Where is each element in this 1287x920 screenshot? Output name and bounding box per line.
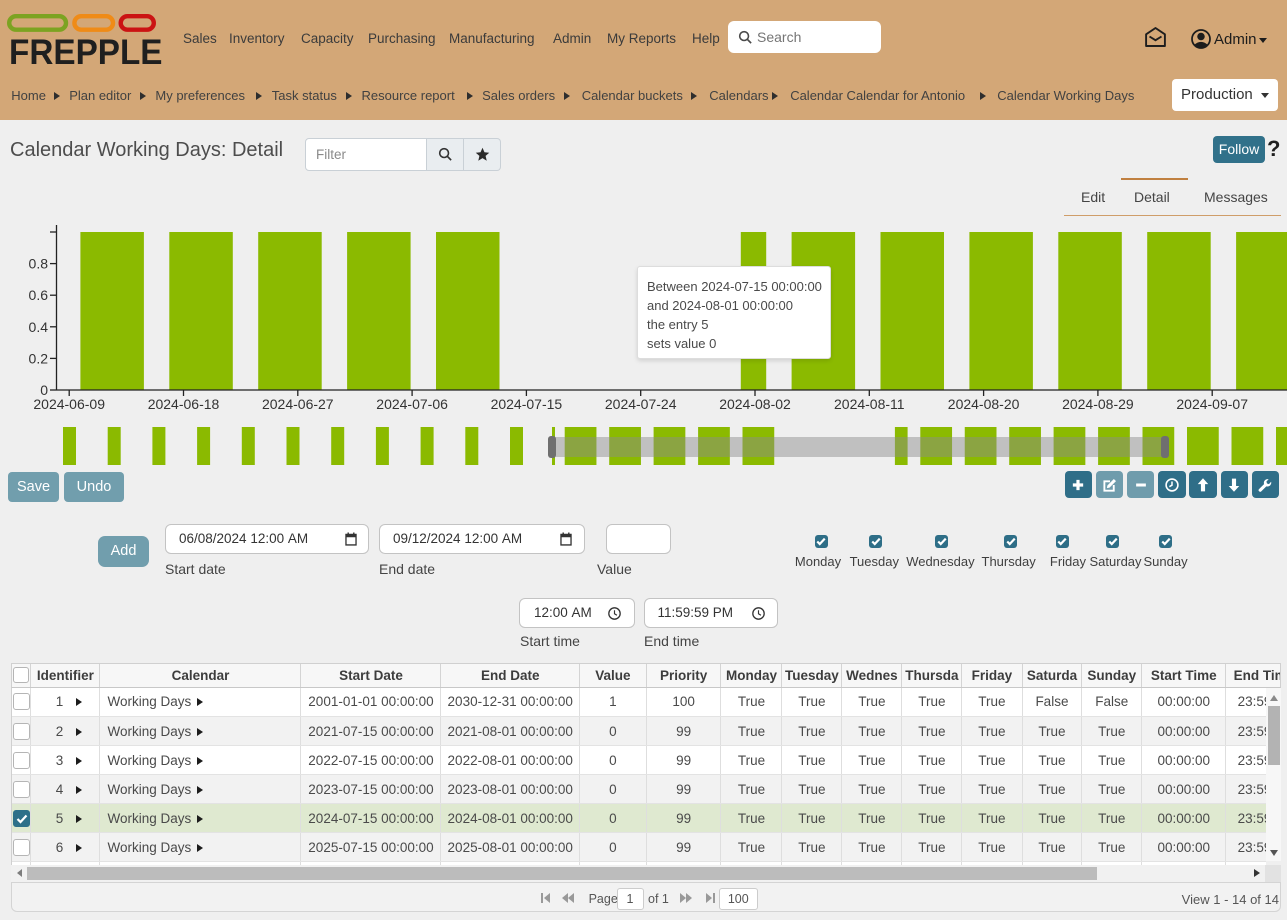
svg-text:2024-07-06: 2024-07-06 [376,396,448,412]
svg-text:0.4: 0.4 [29,319,49,335]
svg-text:0.2: 0.2 [29,350,49,366]
svg-text:2024-07-15: 2024-07-15 [491,396,563,412]
svg-text:2024-06-18: 2024-06-18 [148,396,220,412]
svg-text:2024-09-07: 2024-09-07 [1176,396,1248,412]
svg-text:2024-08-02: 2024-08-02 [719,396,791,412]
svg-text:0.8: 0.8 [29,256,49,272]
svg-text:0.6: 0.6 [29,287,49,303]
svg-text:2024-08-20: 2024-08-20 [948,396,1020,412]
svg-text:2024-06-27: 2024-06-27 [262,396,334,412]
svg-text:2024-06-09: 2024-06-09 [33,396,105,412]
svg-text:2024-07-24: 2024-07-24 [605,396,677,412]
svg-text:2024-08-29: 2024-08-29 [1062,396,1134,412]
svg-text:2024-08-11: 2024-08-11 [834,396,905,412]
